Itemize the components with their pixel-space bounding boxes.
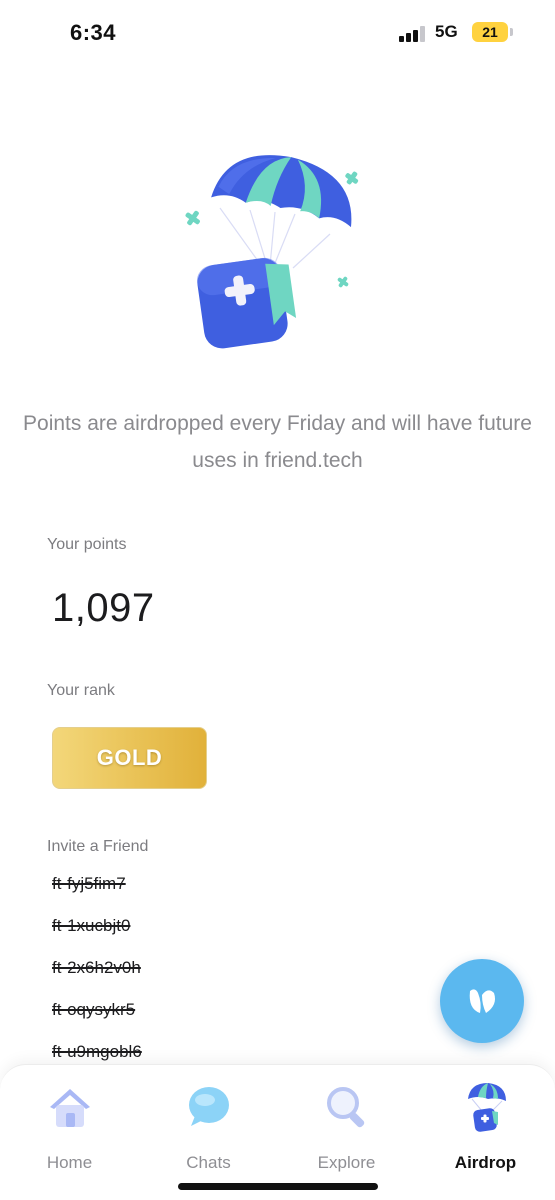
tab-home[interactable]: Home: [0, 1079, 139, 1179]
new-message-fab[interactable]: [440, 959, 524, 1043]
points-label: Your points: [47, 536, 127, 553]
airdrop-illustration: [175, 150, 375, 360]
airdrop-description: Points are airdropped every Friday and w…: [23, 412, 532, 472]
tab-bar: Home Chats Explore Airdrop: [0, 1064, 555, 1200]
points-value: 1,097: [52, 586, 155, 630]
home-icon: [42, 1079, 98, 1135]
tab-label: Home: [46, 1153, 93, 1172]
rank-label: Your rank: [47, 682, 115, 699]
invite-code[interactable]: ft-u9mgobl6: [52, 1042, 142, 1062]
home-indicator: [178, 1183, 378, 1190]
tab-chats[interactable]: Chats: [139, 1079, 278, 1179]
tab-label: Airdrop: [454, 1153, 517, 1172]
sparkle-icon: [185, 210, 200, 226]
tab-airdrop[interactable]: Airdrop: [416, 1079, 555, 1179]
battery-level: 21: [482, 24, 498, 40]
tab-label: Explore: [317, 1153, 376, 1172]
rank-value: GOLD: [96, 745, 163, 770]
status-time: 6:34: [70, 20, 117, 45]
invite-label: Invite a Friend: [47, 838, 149, 855]
invite-code[interactable]: ft-1xucbjt0: [52, 916, 130, 936]
airdrop-parachute-icon: [458, 1079, 514, 1135]
invite-code[interactable]: ft-oqysykr5: [52, 1000, 135, 1020]
magnifier-icon: [319, 1079, 375, 1135]
network-type: 5G: [435, 22, 458, 41]
battery-icon: 21: [472, 22, 508, 42]
chat-bubble-icon: [181, 1079, 237, 1135]
tab-label: Chats: [186, 1153, 231, 1172]
cellular-signal-icon: [399, 26, 429, 42]
status-bar: 6:34 5G 21: [0, 0, 555, 70]
rank-badge: GOLD: [52, 727, 207, 789]
battery-tip: [510, 28, 513, 36]
invite-code[interactable]: ft-fyj5fim7: [52, 874, 126, 894]
invite-code[interactable]: ft-2x6h2v0h: [52, 958, 141, 978]
tab-explore[interactable]: Explore: [277, 1079, 416, 1179]
friendtech-logo-icon: [469, 989, 495, 1013]
